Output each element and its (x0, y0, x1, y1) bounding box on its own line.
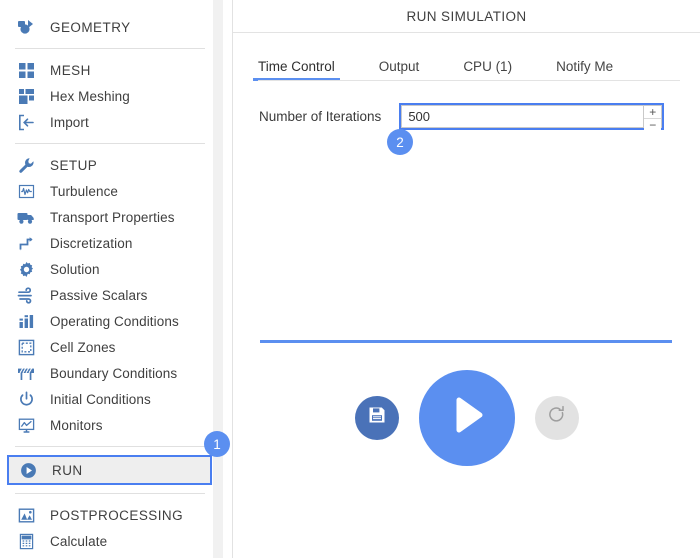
barrier-icon (15, 362, 37, 384)
sidebar-item-label: Solution (50, 261, 100, 277)
sidebar-item-geometry[interactable]: GEOMETRY (0, 14, 233, 40)
main-panel: RUN SIMULATION Time Control Output CPU (… (233, 0, 700, 558)
sidebar-item-label: RUN (52, 462, 83, 478)
sidebar-divider (15, 446, 205, 447)
sidebar-item-calculate[interactable]: Calculate (0, 528, 233, 554)
action-buttons (233, 369, 700, 466)
sidebar-item-label: POSTPROCESSING (50, 507, 184, 523)
passive-scalars-icon (15, 284, 37, 306)
sidebar-item-label: SETUP (50, 157, 98, 173)
hex-meshing-icon (15, 85, 37, 107)
section-separator (260, 340, 672, 343)
sidebar-item-turbulence[interactable]: Turbulence (0, 178, 233, 204)
sidebar-item-label: MESH (50, 62, 91, 78)
sidebar-item-monitors[interactable]: Monitors (0, 412, 233, 438)
sidebar-item-import[interactable]: Import (0, 109, 233, 135)
tab-time-control[interactable]: Time Control (253, 59, 340, 81)
tab-output[interactable]: Output (379, 59, 420, 81)
sidebar-item-cell-zones[interactable]: Cell Zones (0, 334, 233, 360)
sidebar-item-label: Calculate (50, 533, 108, 549)
truck-icon (15, 206, 37, 228)
monitor-icon (15, 414, 37, 436)
sidebar-item-postprocessing[interactable]: POSTPROCESSING (0, 502, 233, 528)
calculator-icon (15, 530, 37, 552)
sidebar-item-operating-conditions[interactable]: Operating Conditions (0, 308, 233, 334)
sidebar-item-label: Monitors (50, 417, 103, 433)
sidebar-item-hex-meshing[interactable]: Hex Meshing (0, 83, 233, 109)
number-of-iterations-stepper[interactable]: + − (399, 103, 665, 131)
sidebar-scrollbar[interactable] (213, 0, 223, 558)
sidebar-item-label: Operating Conditions (50, 313, 179, 329)
tab-cpu[interactable]: CPU (1) (463, 59, 512, 81)
title-rule (233, 32, 700, 33)
sidebar-item-initial-conditions[interactable]: Initial Conditions (0, 386, 233, 412)
save-icon (367, 405, 387, 430)
geometry-icon (15, 16, 37, 38)
mesh-grid-icon (15, 59, 37, 81)
image-icon (15, 504, 37, 526)
sidebar-item-label: Hex Meshing (50, 88, 130, 104)
sidebar-item-discretization[interactable]: Discretization (0, 230, 233, 256)
tab-bar-underline (258, 80, 680, 81)
sidebar-item-mesh[interactable]: MESH (0, 57, 233, 83)
step-badge-1: 1 (204, 431, 230, 457)
bar-chart-icon (15, 310, 37, 332)
sidebar-item-label: Initial Conditions (50, 391, 151, 407)
sidebar-item-label: Boundary Conditions (50, 365, 178, 381)
sidebar-nav: GEOMETRY MESH Hex Meshing Import SETUP T… (0, 0, 233, 554)
sidebar-item-boundary-conditions[interactable]: Boundary Conditions (0, 360, 233, 386)
sidebar: GEOMETRY MESH Hex Meshing Import SETUP T… (0, 0, 233, 558)
gear-icon (15, 258, 37, 280)
stepper-buttons: + − (643, 105, 663, 131)
run-simulation-window: GEOMETRY MESH Hex Meshing Import SETUP T… (0, 0, 700, 558)
sidebar-divider (15, 493, 205, 494)
turbulence-icon (15, 180, 37, 202)
tab-bar: Time Control Output CPU (1) Notify Me (233, 48, 700, 81)
import-icon (15, 111, 37, 133)
decrement-button[interactable]: − (644, 119, 662, 131)
wrench-icon (15, 154, 37, 176)
sidebar-item-setup[interactable]: SETUP (0, 152, 233, 178)
power-icon (15, 388, 37, 410)
cell-zones-icon (15, 336, 37, 358)
sidebar-item-run[interactable]: RUN (7, 455, 212, 485)
play-circle-icon (17, 459, 39, 481)
reset-button[interactable] (534, 395, 579, 440)
sidebar-item-transport-properties[interactable]: Transport Properties (0, 204, 233, 230)
sidebar-item-label: GEOMETRY (50, 19, 131, 35)
sidebar-item-label: Cell Zones (50, 339, 116, 355)
step-badge-2: 2 (387, 129, 413, 155)
sidebar-item-label: Turbulence (50, 183, 119, 199)
sidebar-item-label: Transport Properties (50, 209, 175, 225)
sidebar-item-solution[interactable]: Solution (0, 256, 233, 282)
page-title: RUN SIMULATION (406, 8, 527, 24)
iterations-field-row: Number of Iterations + − (233, 103, 700, 131)
number-of-iterations-input[interactable] (401, 105, 644, 128)
sidebar-item-label: Passive Scalars (50, 287, 148, 303)
reset-icon (547, 405, 567, 430)
sidebar-divider (15, 143, 205, 144)
sidebar-item-passive-scalars[interactable]: Passive Scalars (0, 282, 233, 308)
tab-notify-me[interactable]: Notify Me (556, 59, 613, 81)
number-of-iterations-label: Number of Iterations (259, 109, 382, 124)
run-button[interactable] (418, 369, 515, 466)
sidebar-item-label: Import (50, 114, 89, 130)
save-button[interactable] (354, 395, 399, 440)
sidebar-item-label: Discretization (50, 235, 133, 251)
discretization-icon (15, 232, 37, 254)
sidebar-divider (15, 48, 205, 49)
play-icon (443, 391, 491, 444)
